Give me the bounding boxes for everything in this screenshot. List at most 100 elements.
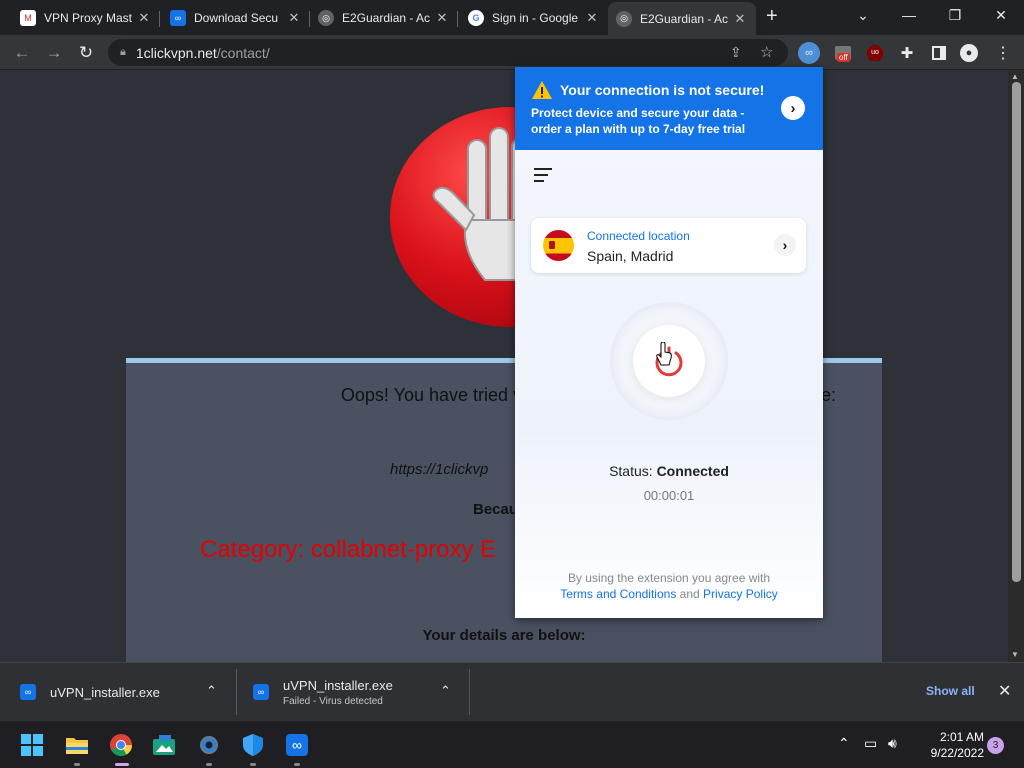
hamburger-menu-icon[interactable] <box>534 168 554 184</box>
minimize-button[interactable]: — <box>886 0 932 30</box>
extension-badge: off <box>837 53 850 62</box>
legal-notice: By using the extension you agree with Te… <box>515 570 823 602</box>
url-text: 1clickvpn.net/contact/ <box>136 45 270 61</box>
side-panel-icon[interactable] <box>928 42 950 64</box>
chevron-up-icon[interactable]: ⌃ <box>440 683 451 699</box>
chrome-icon[interactable] <box>109 733 133 757</box>
chevron-right-icon[interactable]: › <box>781 96 805 120</box>
blocked-page: Oops! You have tried visiting a website … <box>0 70 1008 662</box>
scroll-thumb[interactable] <box>1012 82 1021 582</box>
bookmark-star-icon[interactable]: ☆ <box>760 43 773 61</box>
legal-prefix: By using the extension you agree with <box>567 571 771 585</box>
extension-off-icon[interactable]: off <box>832 42 854 64</box>
warning-icon <box>532 81 552 99</box>
spain-flag-icon <box>543 230 574 261</box>
status-label: Status: <box>609 463 653 479</box>
tray-clock[interactable]: 2:01 AM 9/22/2022 <box>912 729 984 761</box>
show-all-button[interactable]: Show all <box>926 684 975 698</box>
back-icon[interactable]: ← <box>10 41 34 65</box>
download-filename: uVPN_installer.exe <box>50 684 160 700</box>
tab-e2guardian-1[interactable]: ◎ E2Guardian - Ac ✕ <box>310 4 458 32</box>
lock-icon: 🔒︎ <box>120 46 126 58</box>
extensions-puzzle-icon[interactable]: ✚ <box>896 42 918 64</box>
chevron-right-icon[interactable]: › <box>774 234 796 256</box>
tab-strip: M VPN Proxy Mast ✕ ∞ Download Secu ✕ ◎ E… <box>0 0 1024 35</box>
globe-icon: ◎ <box>616 10 632 27</box>
download-filename: uVPN_installer.exe <box>283 677 393 693</box>
tab-title: Download Secu <box>194 11 279 25</box>
active-indicator <box>115 763 129 766</box>
close-tab-icon[interactable]: ✕ <box>584 10 600 26</box>
chevron-up-icon[interactable]: ⌃ <box>206 683 217 699</box>
ublock-icon[interactable]: uo <box>864 42 886 64</box>
settings-icon[interactable] <box>197 733 221 757</box>
new-tab-button[interactable]: + <box>766 5 778 28</box>
windows-security-icon[interactable] <box>241 733 265 757</box>
restore-button[interactable]: ❐ <box>932 0 978 30</box>
download-item-failed[interactable]: ∞ uVPN_installer.exe Failed - Virus dete… <box>253 663 393 721</box>
scroll-down-icon[interactable]: ▼ <box>1011 650 1019 659</box>
tab-separator <box>457 11 458 27</box>
banner-subtitle: Protect device and secure your data - or… <box>531 106 746 136</box>
photos-icon[interactable] <box>152 733 176 757</box>
tab-title: VPN Proxy Mast <box>44 11 133 25</box>
volume-icon[interactable]: 🔊︎ <box>888 735 897 752</box>
details-heading: Your details are below: <box>422 627 586 644</box>
vpn-body: Connected location Spain, Madrid › Statu… <box>515 150 823 618</box>
privacy-link[interactable]: Privacy Policy <box>703 587 778 601</box>
tab-download-secure[interactable]: ∞ Download Secu ✕ <box>162 4 310 32</box>
windows-taskbar: ∞ ⌃ ▭ 🔊︎ 2:01 AM 9/22/2022 3 <box>0 720 1024 768</box>
download-item[interactable]: ∞ uVPN_installer.exe <box>20 663 160 721</box>
notification-badge[interactable]: 3 <box>987 737 1004 754</box>
browser-toolbar: ← → ↻ 🔒︎ 1clickvpn.net/contact/ ⇪ ☆ ∞ of… <box>0 35 1024 70</box>
close-window-button[interactable]: ✕ <box>978 0 1024 30</box>
location-selector[interactable]: Connected location Spain, Madrid › <box>531 218 806 273</box>
uvpn-taskbar-icon[interactable]: ∞ <box>285 733 309 757</box>
url-path: /contact/ <box>216 44 270 61</box>
running-indicator <box>294 763 300 766</box>
address-bar[interactable]: 🔒︎ 1clickvpn.net/contact/ ⇪ ☆ <box>108 39 788 66</box>
uvpn-file-icon: ∞ <box>253 684 269 700</box>
globe-icon: ◎ <box>318 10 334 26</box>
banner-title: Your connection is not secure! <box>560 82 765 98</box>
page-scrollbar[interactable]: ▲ ▼ <box>1008 70 1024 662</box>
divider <box>236 669 237 715</box>
tab-search-icon[interactable]: ⌄ <box>840 0 886 30</box>
file-explorer-icon[interactable] <box>65 733 89 757</box>
clock-time: 2:01 AM <box>939 730 984 744</box>
tab-e2guardian-active[interactable]: ◎ E2Guardian - Ac ✕ <box>608 2 756 35</box>
close-tab-icon[interactable]: ✕ <box>434 10 450 26</box>
close-tab-icon[interactable]: ✕ <box>286 10 302 26</box>
tab-vpn-proxy[interactable]: M VPN Proxy Mast ✕ <box>12 4 160 32</box>
running-indicator <box>206 763 212 766</box>
close-tab-icon[interactable]: ✕ <box>136 10 152 26</box>
tab-google-signin[interactable]: G Sign in - Google ✕ <box>460 4 608 32</box>
running-indicator <box>250 763 256 766</box>
divider <box>469 669 470 715</box>
clock-date: 9/22/2022 <box>930 746 984 760</box>
location-value: Spain, Madrid <box>587 248 674 264</box>
uvpn-icon: ∞ <box>170 10 186 26</box>
close-icon[interactable]: ✕ <box>998 681 1011 701</box>
reload-icon[interactable]: ↻ <box>74 41 98 65</box>
scroll-up-icon[interactable]: ▲ <box>1011 72 1019 81</box>
download-shelf: ∞ uVPN_installer.exe ⌃ ∞ uVPN_installer.… <box>0 662 1024 720</box>
insecure-connection-banner[interactable]: Your connection is not secure! Protect d… <box>515 67 823 150</box>
legal-and: and <box>679 587 700 601</box>
tray-overflow-icon[interactable]: ⌃ <box>838 735 850 752</box>
forward-icon[interactable]: → <box>42 41 66 65</box>
download-status: Failed - Virus detected <box>283 695 383 707</box>
tab-title: E2Guardian - Ac <box>640 11 729 26</box>
gmail-icon: M <box>20 10 36 26</box>
terms-link[interactable]: Terms and Conditions <box>560 587 676 601</box>
network-icon[interactable]: ▭ <box>864 735 877 752</box>
close-tab-icon[interactable]: ✕ <box>732 11 748 27</box>
menu-kebab-icon[interactable]: ⋮ <box>992 42 1014 64</box>
uvpn-extension-icon[interactable]: ∞ <box>798 42 820 64</box>
url-host: 1clickvpn.net <box>135 44 217 61</box>
share-icon[interactable]: ⇪ <box>730 44 742 61</box>
tab-title: Sign in - Google <box>492 11 579 25</box>
windows-start-icon[interactable] <box>20 733 44 757</box>
tab-separator <box>159 11 160 27</box>
profile-icon[interactable]: ● <box>958 42 980 64</box>
